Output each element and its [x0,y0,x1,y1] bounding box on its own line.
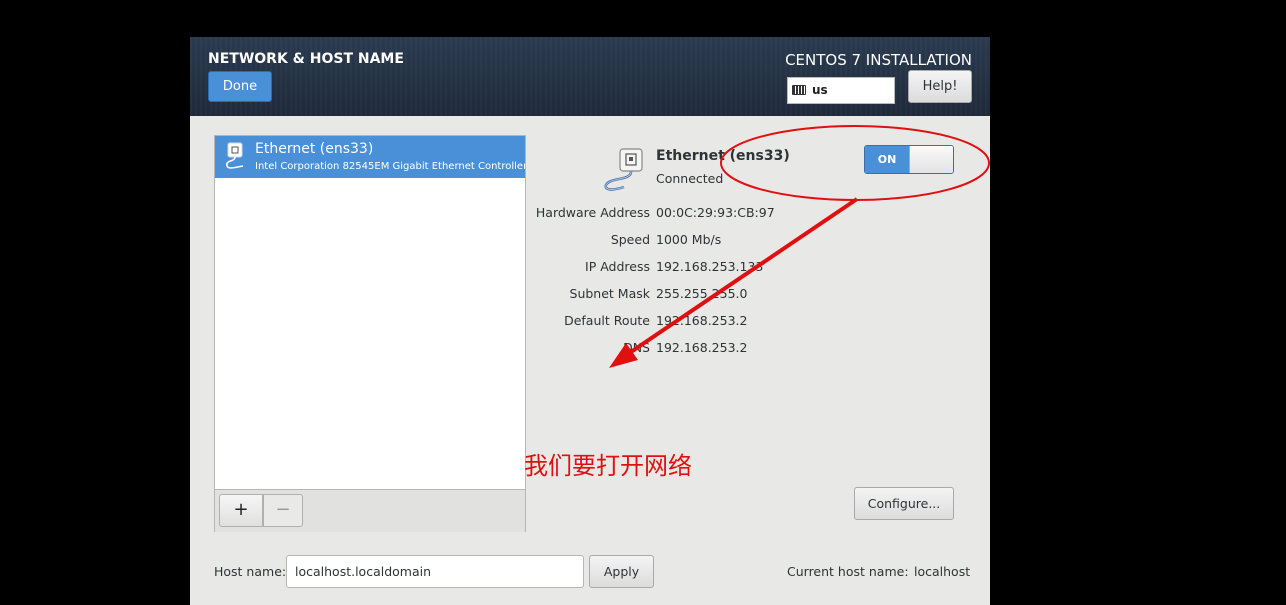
toggle-on-label: ON [865,146,909,173]
hardware-address-label: Hardware Address [535,205,650,220]
keyboard-layout-label: us [812,83,828,97]
device-name: Ethernet (ens33) [656,148,790,164]
ip-address-label: IP Address [585,259,650,274]
device-list: Ethernet (ens33) Intel Corporation 82545… [214,135,526,532]
ethernet-icon [225,142,244,169]
device-toggle-switch[interactable]: ON [864,145,954,174]
current-host-name-value: localhost [914,564,971,579]
dns-value: 192.168.253.2 [656,340,748,355]
speed-label: Speed [610,232,650,247]
device-list-name: Ethernet (ens33) [255,141,374,157]
keyboard-layout-indicator[interactable]: us [787,77,895,104]
annotation-text: 我们要打开网络 [524,452,692,480]
device-list-toolbar: + − [215,489,525,532]
host-name-label: Host name: [214,564,287,579]
ethernet-device-icon [604,148,643,191]
device-list-item[interactable]: Ethernet (ens33) Intel Corporation 82545… [215,136,525,178]
remove-device-button[interactable]: − [263,494,303,527]
keyboard-icon [792,85,806,95]
toggle-knob [909,146,953,173]
speed-value: 1000 Mb/s [656,232,722,247]
device-list-description: Intel Corporation 82545EM Gigabit Ethern… [255,161,525,172]
dns-label: DNS [623,340,650,355]
done-button[interactable]: Done [208,71,272,102]
subnet-mask-value: 255.255.255.0 [656,286,748,301]
installer-window: NETWORK & HOST NAME Done CENTOS 7 INSTAL… [190,37,990,605]
product-title: CENTOS 7 INSTALLATION [785,51,972,69]
header-bar: NETWORK & HOST NAME Done CENTOS 7 INSTAL… [190,37,990,116]
ip-address-value: 192.168.253.133 [656,259,764,274]
default-route-value: 192.168.253.2 [656,313,748,328]
add-device-button[interactable]: + [219,494,263,527]
configure-button[interactable]: Configure... [854,487,954,520]
subnet-mask-label: Subnet Mask [569,286,650,301]
default-route-label: Default Route [564,313,650,328]
apply-button[interactable]: Apply [589,555,654,588]
page-title: NETWORK & HOST NAME [208,51,404,67]
help-button[interactable]: Help! [908,70,972,103]
hardware-address-value: 00:0C:29:93:CB:97 [656,205,775,220]
host-name-input[interactable]: localhost.localdomain [286,555,584,588]
device-status: Connected [656,171,724,186]
current-host-name-label: Current host name: [787,564,909,579]
